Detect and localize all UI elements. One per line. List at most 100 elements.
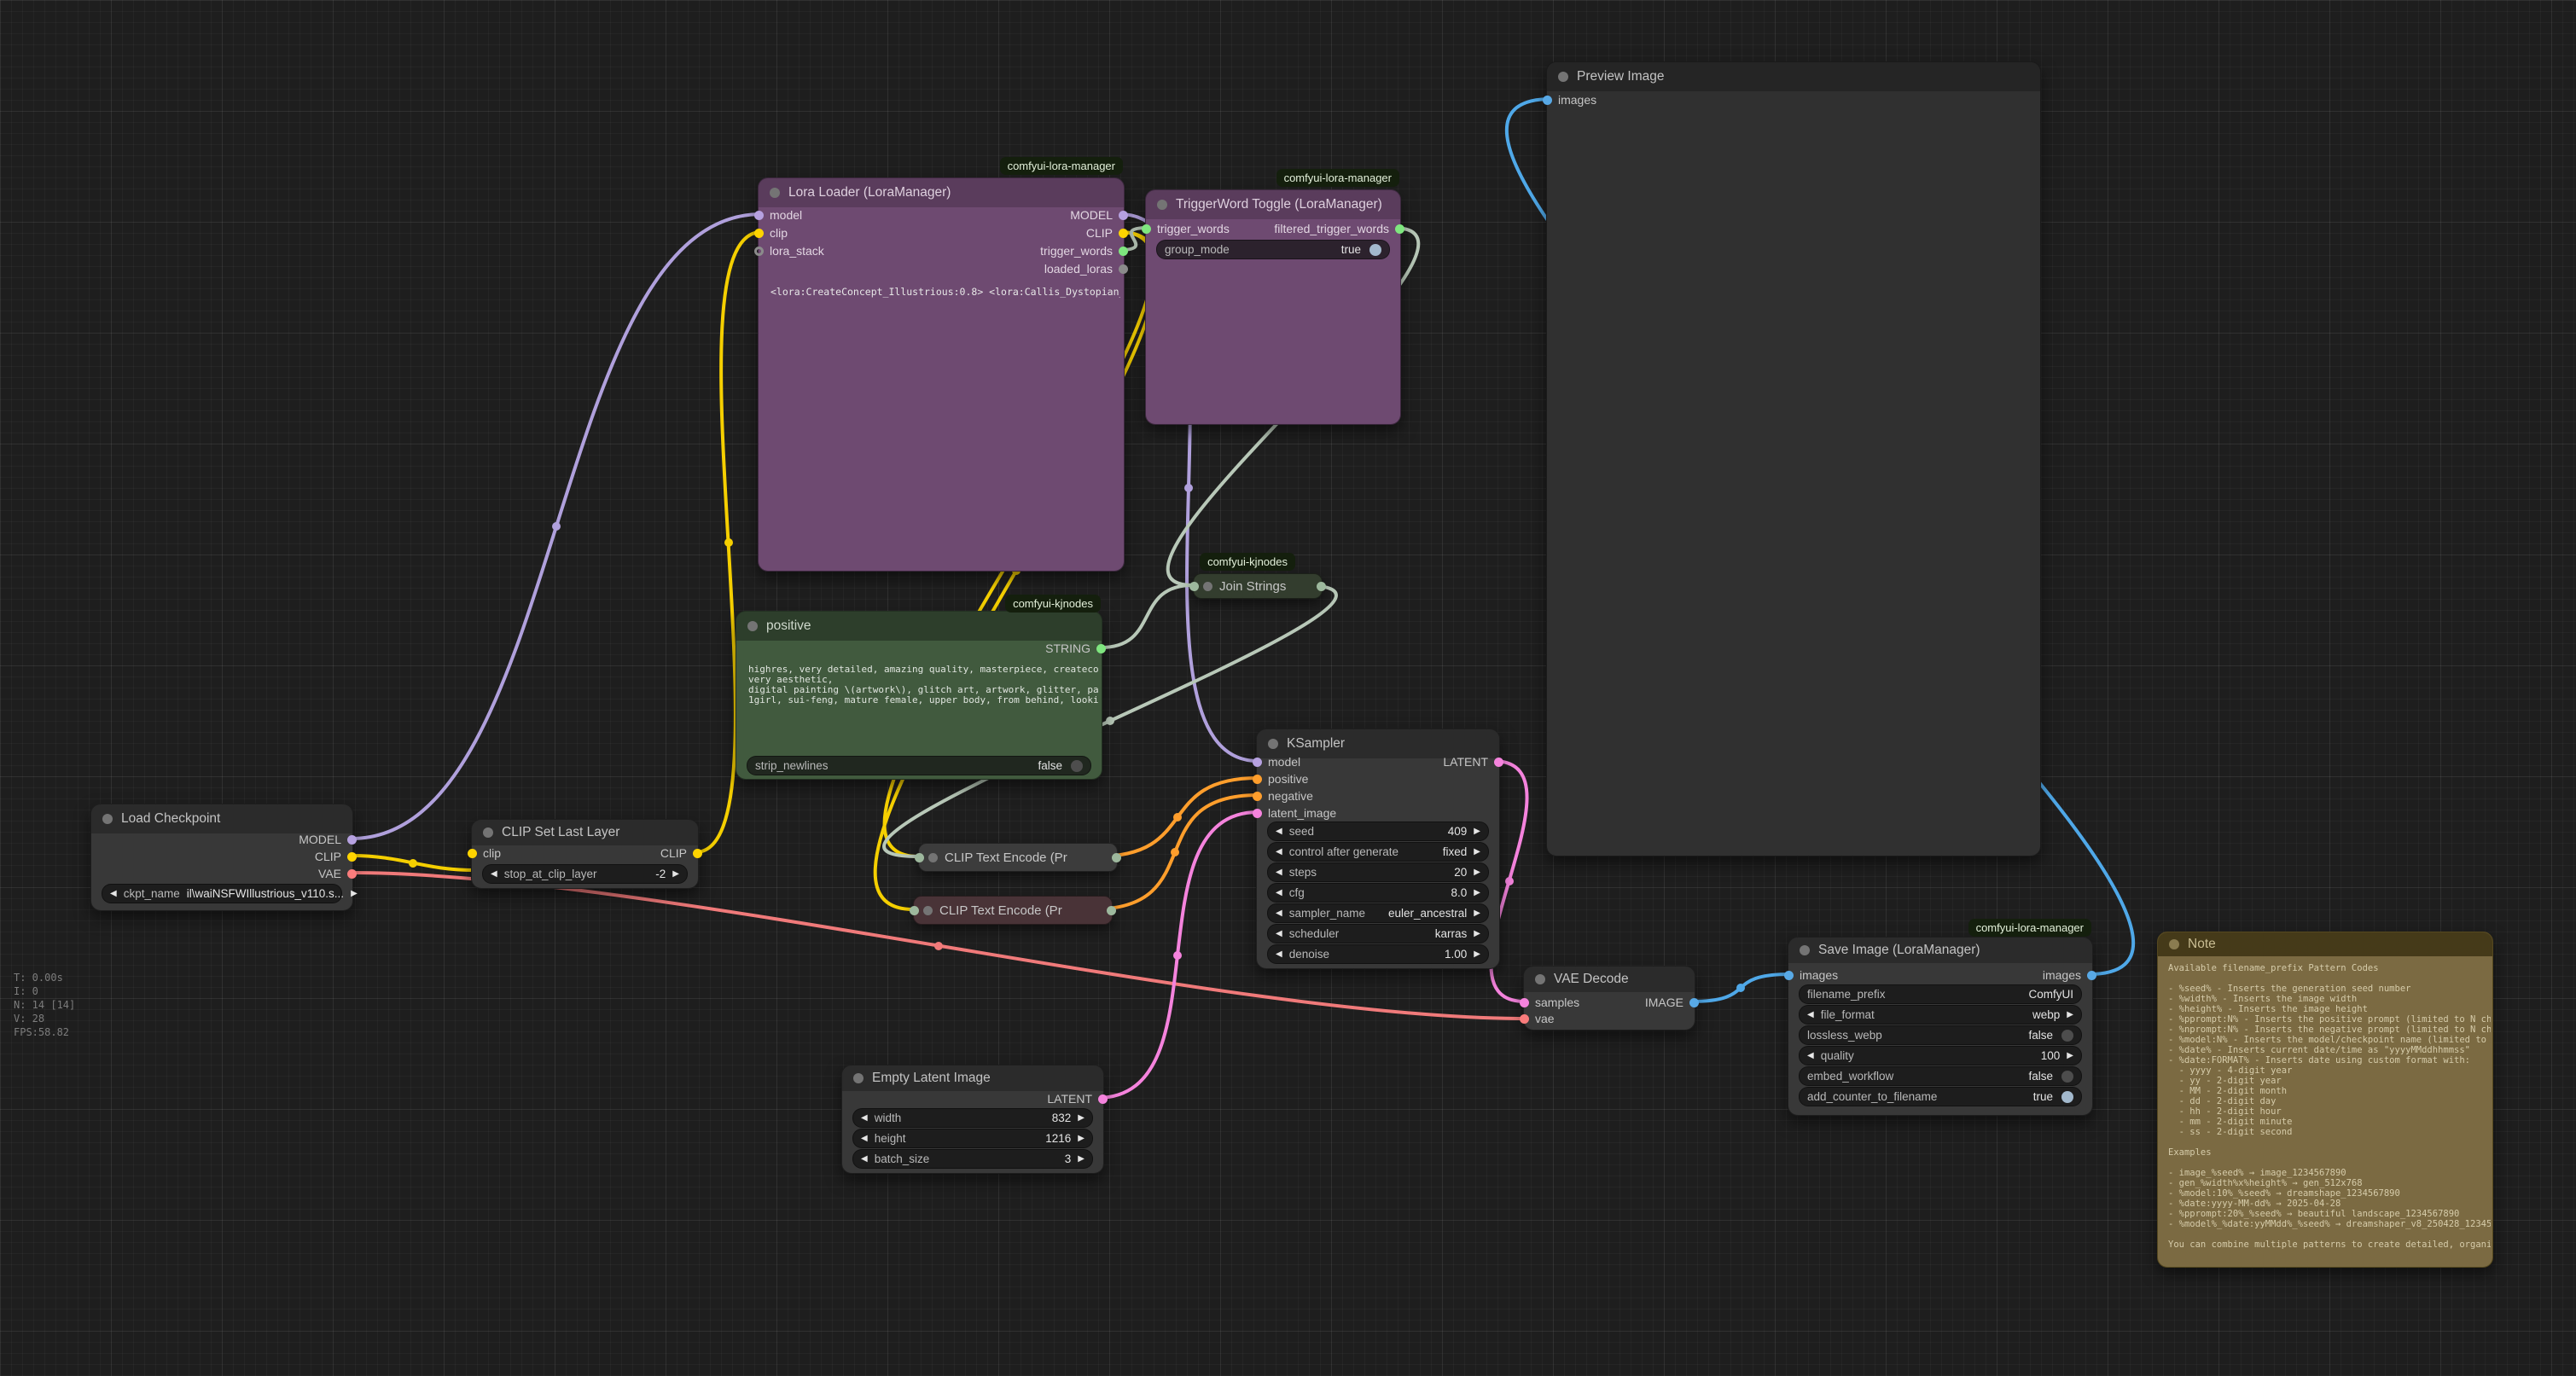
- slot-dot-clip[interactable]: [468, 849, 477, 858]
- slot-dot-clip[interactable]: [1119, 229, 1128, 238]
- toggle-off-icon[interactable]: [2061, 1071, 2073, 1083]
- stop-at-clip-layer-widget[interactable]: stop_at_clip_layer -2: [482, 864, 688, 884]
- node-triggerword-toggle[interactable]: TriggerWord Toggle (LoraManager) trigger…: [1145, 189, 1401, 425]
- toggle-off-icon[interactable]: [1071, 760, 1083, 772]
- node-note[interactable]: Note Available filename_prefix Pattern C…: [2157, 932, 2493, 1268]
- decrement-arrow-icon[interactable]: [1276, 848, 1282, 856]
- node-title-bar[interactable]: Load Checkpoint: [91, 804, 352, 833]
- embed-workflow-toggle[interactable]: embed_workflowfalse: [1799, 1066, 2082, 1086]
- decrement-arrow-icon[interactable]: [110, 890, 117, 898]
- width-widget[interactable]: width832: [852, 1108, 1093, 1128]
- increment-arrow-icon[interactable]: [672, 870, 679, 879]
- input-slot-negative[interactable]: negative: [1253, 788, 1313, 804]
- batch-size-widget[interactable]: batch_size3: [852, 1149, 1093, 1169]
- output-slot-clip[interactable]: CLIP: [660, 845, 702, 861]
- output-slot-trigger-words[interactable]: trigger_words: [1040, 243, 1128, 258]
- slot-dot-loaded-loras[interactable]: [1119, 264, 1128, 274]
- node-title-bar[interactable]: positive: [736, 612, 1102, 641]
- decrement-arrow-icon[interactable]: [1276, 950, 1282, 959]
- height-widget[interactable]: height1216: [852, 1129, 1093, 1148]
- output-slot-filtered-trigger-words[interactable]: filtered_trigger_words: [1274, 221, 1404, 236]
- group-mode-toggle[interactable]: group_mode true: [1156, 240, 1390, 259]
- slot-dot-model[interactable]: [1119, 211, 1128, 220]
- node-title-bar[interactable]: TriggerWord Toggle (LoraManager): [1146, 190, 1400, 219]
- file-format-widget[interactable]: file_formatwebp: [1799, 1005, 2082, 1025]
- output-slot-string[interactable]: STRING: [1045, 641, 1106, 656]
- slot-dot-model[interactable]: [754, 211, 764, 220]
- slot-dot-positive[interactable]: [1253, 775, 1262, 784]
- node-join-strings[interactable]: Join Strings: [1193, 573, 1323, 599]
- slot-dot-input[interactable]: [910, 906, 919, 915]
- increment-arrow-icon[interactable]: [1078, 1135, 1084, 1143]
- increment-arrow-icon[interactable]: [1474, 848, 1480, 856]
- slot-dot-vae[interactable]: [1520, 1014, 1529, 1024]
- input-slot-positive[interactable]: positive: [1253, 771, 1308, 787]
- slot-dot-images[interactable]: [1543, 96, 1552, 105]
- strip-newlines-toggle[interactable]: strip_newlines false: [747, 756, 1091, 775]
- collapse-dot-icon[interactable]: [770, 188, 780, 198]
- collapse-dot-icon[interactable]: [928, 853, 938, 862]
- slot-dot-samples[interactable]: [1520, 998, 1529, 1007]
- collapse-dot-icon[interactable]: [1203, 582, 1212, 591]
- slot-dot-output[interactable]: [1112, 853, 1121, 862]
- node-graph-canvas[interactable]: comfyui-lora-manager comfyui-lora-manage…: [0, 0, 2576, 1376]
- increment-arrow-icon[interactable]: [351, 890, 358, 898]
- input-slot-samples[interactable]: samples: [1520, 995, 1579, 1010]
- node-title-bar[interactable]: Preview Image: [1547, 62, 2040, 91]
- toggle-off-icon[interactable]: [2061, 1030, 2073, 1042]
- increment-arrow-icon[interactable]: [1078, 1155, 1084, 1164]
- node-title-bar[interactable]: Note: [2158, 932, 2492, 956]
- scheduler-widget[interactable]: schedulerkarras: [1267, 924, 1489, 943]
- steps-widget[interactable]: steps20: [1267, 862, 1489, 882]
- increment-arrow-icon[interactable]: [1078, 1114, 1084, 1123]
- slot-dot-clip[interactable]: [754, 229, 764, 238]
- input-slot-model[interactable]: model: [1253, 754, 1300, 769]
- collapse-dot-icon[interactable]: [1800, 945, 1810, 955]
- collapse-dot-icon[interactable]: [853, 1073, 864, 1083]
- add-counter-to-filename-toggle[interactable]: add_counter_to_filenametrue: [1799, 1087, 2082, 1106]
- cfg-widget[interactable]: cfg8.0: [1267, 883, 1489, 903]
- decrement-arrow-icon[interactable]: [1276, 909, 1282, 918]
- output-slot-model[interactable]: MODEL: [299, 832, 357, 847]
- node-save-image[interactable]: Save Image (LoraManager) images images f…: [1788, 937, 2093, 1116]
- node-title-bar[interactable]: Save Image (LoraManager): [1788, 938, 2092, 963]
- output-slot-model[interactable]: MODEL: [1070, 207, 1128, 223]
- decrement-arrow-icon[interactable]: [491, 870, 497, 879]
- toggle-on-icon[interactable]: [2061, 1091, 2073, 1103]
- node-vae-decode[interactable]: VAE Decode samples vae IMAGE: [1523, 966, 1695, 1031]
- input-slot-vae[interactable]: vae: [1520, 1011, 1555, 1026]
- decrement-arrow-icon[interactable]: [1276, 827, 1282, 836]
- decrement-arrow-icon[interactable]: [1276, 930, 1282, 938]
- slot-dot-model[interactable]: [1253, 758, 1262, 767]
- slot-dot-images[interactable]: [1784, 971, 1794, 980]
- toggle-on-icon[interactable]: [1369, 244, 1381, 256]
- slot-dot-filtered-trigger-words[interactable]: [1395, 224, 1404, 234]
- decrement-arrow-icon[interactable]: [861, 1155, 868, 1164]
- ckpt-name-widget[interactable]: ckpt_name il\waiNSFWIllustrious_v110.s..…: [102, 884, 342, 903]
- collapse-dot-icon[interactable]: [1558, 72, 1568, 82]
- node-positive-prompt[interactable]: positive STRING highres, very detailed, …: [736, 611, 1102, 780]
- slot-dot-latent-image[interactable]: [1253, 809, 1262, 818]
- output-slot-latent[interactable]: LATENT: [1443, 754, 1503, 769]
- node-clip-text-encode-positive[interactable]: CLIP Text Encode (Pr: [918, 843, 1118, 872]
- node-title-bar[interactable]: Empty Latent Image: [842, 1065, 1103, 1091]
- note-body-text[interactable]: Available filename_prefix Pattern Codes …: [2168, 963, 2491, 1262]
- output-slot-loaded-loras[interactable]: loaded_loras: [1044, 261, 1128, 276]
- slot-dot-clip[interactable]: [693, 849, 702, 858]
- input-slot-model[interactable]: model: [754, 207, 802, 223]
- collapse-dot-icon[interactable]: [923, 906, 933, 915]
- increment-arrow-icon[interactable]: [1474, 827, 1480, 836]
- collapse-dot-icon[interactable]: [1157, 200, 1167, 210]
- slot-dot-input[interactable]: [915, 853, 924, 862]
- output-slot-clip[interactable]: CLIP: [1086, 225, 1128, 241]
- node-clip-text-encode-negative[interactable]: CLIP Text Encode (Pr: [913, 896, 1113, 925]
- collapse-dot-icon[interactable]: [2169, 939, 2179, 949]
- slot-dot-clip[interactable]: [347, 852, 357, 862]
- slot-dot-model[interactable]: [347, 835, 357, 845]
- slot-dot-trigger-words[interactable]: [1119, 247, 1128, 256]
- input-slot-trigger-words[interactable]: trigger_words: [1142, 221, 1230, 236]
- sampler-name-widget[interactable]: sampler_nameeuler_ancestral: [1267, 903, 1489, 923]
- slot-dot-lora-stack[interactable]: [754, 247, 764, 256]
- input-slot-images[interactable]: images: [1543, 92, 1596, 107]
- increment-arrow-icon[interactable]: [2067, 1052, 2073, 1060]
